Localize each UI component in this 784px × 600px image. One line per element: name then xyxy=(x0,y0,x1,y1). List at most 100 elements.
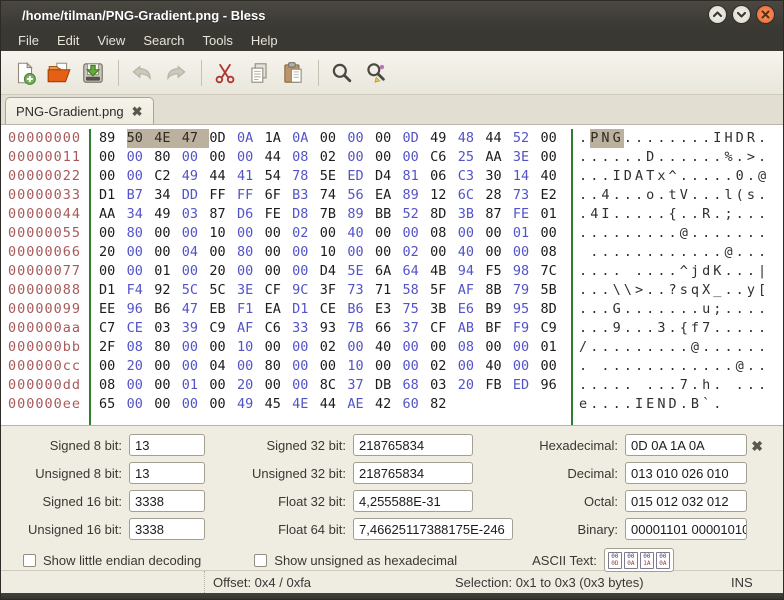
ascii-char[interactable]: R xyxy=(702,205,713,224)
ascii-char[interactable]: 3 xyxy=(657,319,668,338)
hex-byte[interactable]: 6C xyxy=(458,186,478,205)
ascii-char[interactable]: . xyxy=(646,281,657,300)
ascii-char[interactable]: . xyxy=(713,186,724,205)
ascii-char[interactable]: . xyxy=(624,224,635,243)
hex-byte[interactable]: 00 xyxy=(265,338,285,357)
ascii-char[interactable]: . xyxy=(624,319,635,338)
ascii-char[interactable]: . xyxy=(758,129,769,148)
hex-byte[interactable]: 00 xyxy=(154,243,174,262)
ascii-char[interactable]: . xyxy=(646,300,657,319)
hex-byte[interactable]: CE xyxy=(320,300,340,319)
ascii-char[interactable]: . xyxy=(590,148,601,167)
hex-byte[interactable]: 44 xyxy=(265,148,285,167)
hex-byte[interactable]: 01 xyxy=(182,376,202,395)
ascii-char[interactable]: . xyxy=(657,281,668,300)
ascii-char[interactable]: . xyxy=(657,224,668,243)
hex-byte[interactable]: 7C xyxy=(541,262,561,281)
hex-byte[interactable]: 00 xyxy=(237,262,257,281)
hex-byte[interactable]: 3E xyxy=(513,148,533,167)
ascii-char[interactable]: R xyxy=(747,129,758,148)
cut-button[interactable] xyxy=(209,57,241,89)
ascii-char[interactable]: X xyxy=(702,281,713,300)
ascii-char[interactable]: . xyxy=(713,357,724,376)
ascii-char[interactable]: { xyxy=(680,319,691,338)
hex-byte[interactable]: 00 xyxy=(209,376,229,395)
ascii-char[interactable]: . xyxy=(747,300,758,319)
ascii-char[interactable]: . xyxy=(635,262,646,281)
ascii-char[interactable]: . xyxy=(702,167,713,186)
hex-byte[interactable]: 73 xyxy=(513,186,533,205)
ascii-char[interactable]: . xyxy=(747,205,758,224)
ascii-char[interactable]: . xyxy=(601,243,612,262)
ascii-char[interactable]: D xyxy=(624,167,635,186)
hex-byte[interactable]: 49 xyxy=(237,395,257,414)
ascii-char[interactable]: A xyxy=(635,167,646,186)
ascii-char[interactable]: V xyxy=(680,186,691,205)
ascii-char[interactable]: . xyxy=(657,357,668,376)
hex-byte[interactable]: 01 xyxy=(154,262,174,281)
hex-byte[interactable]: AA xyxy=(99,205,119,224)
hex-byte[interactable]: 12 xyxy=(430,186,450,205)
ascii-char[interactable]: . xyxy=(724,281,735,300)
hex-byte[interactable]: 8D xyxy=(541,300,561,319)
ascii-char[interactable]: D xyxy=(669,395,680,414)
hex-byte[interactable]: 5B xyxy=(541,281,561,300)
hex-byte[interactable]: 00 xyxy=(292,357,312,376)
hex-byte[interactable]: 10 xyxy=(320,243,340,262)
hex-byte[interactable]: 5E xyxy=(347,262,367,281)
hex-byte[interactable]: 2F xyxy=(99,338,119,357)
ascii-char[interactable]: . xyxy=(702,243,713,262)
ascii-char[interactable]: . xyxy=(713,243,724,262)
ascii-char[interactable]: . xyxy=(624,129,635,148)
ascii-char[interactable]: . xyxy=(680,357,691,376)
ascii-char[interactable]: . xyxy=(635,338,646,357)
ascii-char[interactable]: . xyxy=(758,243,769,262)
ascii-char[interactable]: . xyxy=(713,395,724,414)
hex-byte[interactable]: 00 xyxy=(237,148,257,167)
ascii-char[interactable]: . xyxy=(669,243,680,262)
hex-byte[interactable]: 40 xyxy=(347,224,367,243)
ascii-char[interactable]: . xyxy=(635,319,646,338)
hex-byte[interactable]: F1 xyxy=(237,300,257,319)
hex-byte[interactable]: 00 xyxy=(403,357,423,376)
hex-byte[interactable]: 00 xyxy=(320,129,340,148)
ascii-char[interactable]: . xyxy=(646,262,657,281)
hex-byte[interactable]: CE xyxy=(127,319,147,338)
hex-byte[interactable]: AB xyxy=(458,319,478,338)
ascii-char[interactable] xyxy=(635,376,646,395)
ascii-char[interactable]: G xyxy=(613,129,624,148)
hex-byte[interactable]: FF xyxy=(237,186,257,205)
hex-byte[interactable]: 00 xyxy=(154,224,174,243)
ascii-char[interactable]: . xyxy=(579,357,590,376)
hex-byte[interactable]: 7B xyxy=(320,205,340,224)
ascii-char[interactable]: . xyxy=(691,357,702,376)
ascii-char[interactable]: . xyxy=(747,357,758,376)
ascii-char[interactable]: @ xyxy=(736,357,747,376)
ascii-char[interactable]: . xyxy=(590,262,601,281)
signed-16-bit-field[interactable]: 3338 xyxy=(129,490,205,512)
ascii-char[interactable]: . xyxy=(579,148,590,167)
hex-byte[interactable]: 20 xyxy=(209,262,229,281)
hex-byte[interactable]: AF xyxy=(237,319,257,338)
ascii-char[interactable]: . xyxy=(613,205,624,224)
ascii-text-field[interactable]: 000D000A001A000A xyxy=(604,548,674,572)
ascii-char[interactable]: . xyxy=(758,376,769,395)
hex-byte[interactable]: 00 xyxy=(375,243,395,262)
hex-byte[interactable]: 02 xyxy=(292,224,312,243)
hex-byte[interactable]: 00 xyxy=(265,376,285,395)
hex-byte[interactable]: CF xyxy=(430,319,450,338)
hex-byte[interactable]: 96 xyxy=(127,300,147,319)
ascii-char[interactable]: . xyxy=(613,376,624,395)
hex-byte[interactable]: 02 xyxy=(430,357,450,376)
unsigned-8-bit-field[interactable]: 13 xyxy=(129,462,205,484)
hex-byte[interactable]: D4 xyxy=(320,262,340,281)
ascii-char[interactable]: . xyxy=(601,395,612,414)
hex-byte[interactable]: 00 xyxy=(127,376,147,395)
ascii-char[interactable]: . xyxy=(691,129,702,148)
hex-byte[interactable]: 00 xyxy=(127,167,147,186)
hex-byte[interactable]: 02 xyxy=(320,338,340,357)
hexadecimal-field[interactable]: 0D 0A 1A 0A xyxy=(625,434,747,456)
paste-button[interactable] xyxy=(277,57,309,89)
hex-byte[interactable]: 00 xyxy=(403,148,423,167)
ascii-char[interactable]: . xyxy=(680,205,691,224)
